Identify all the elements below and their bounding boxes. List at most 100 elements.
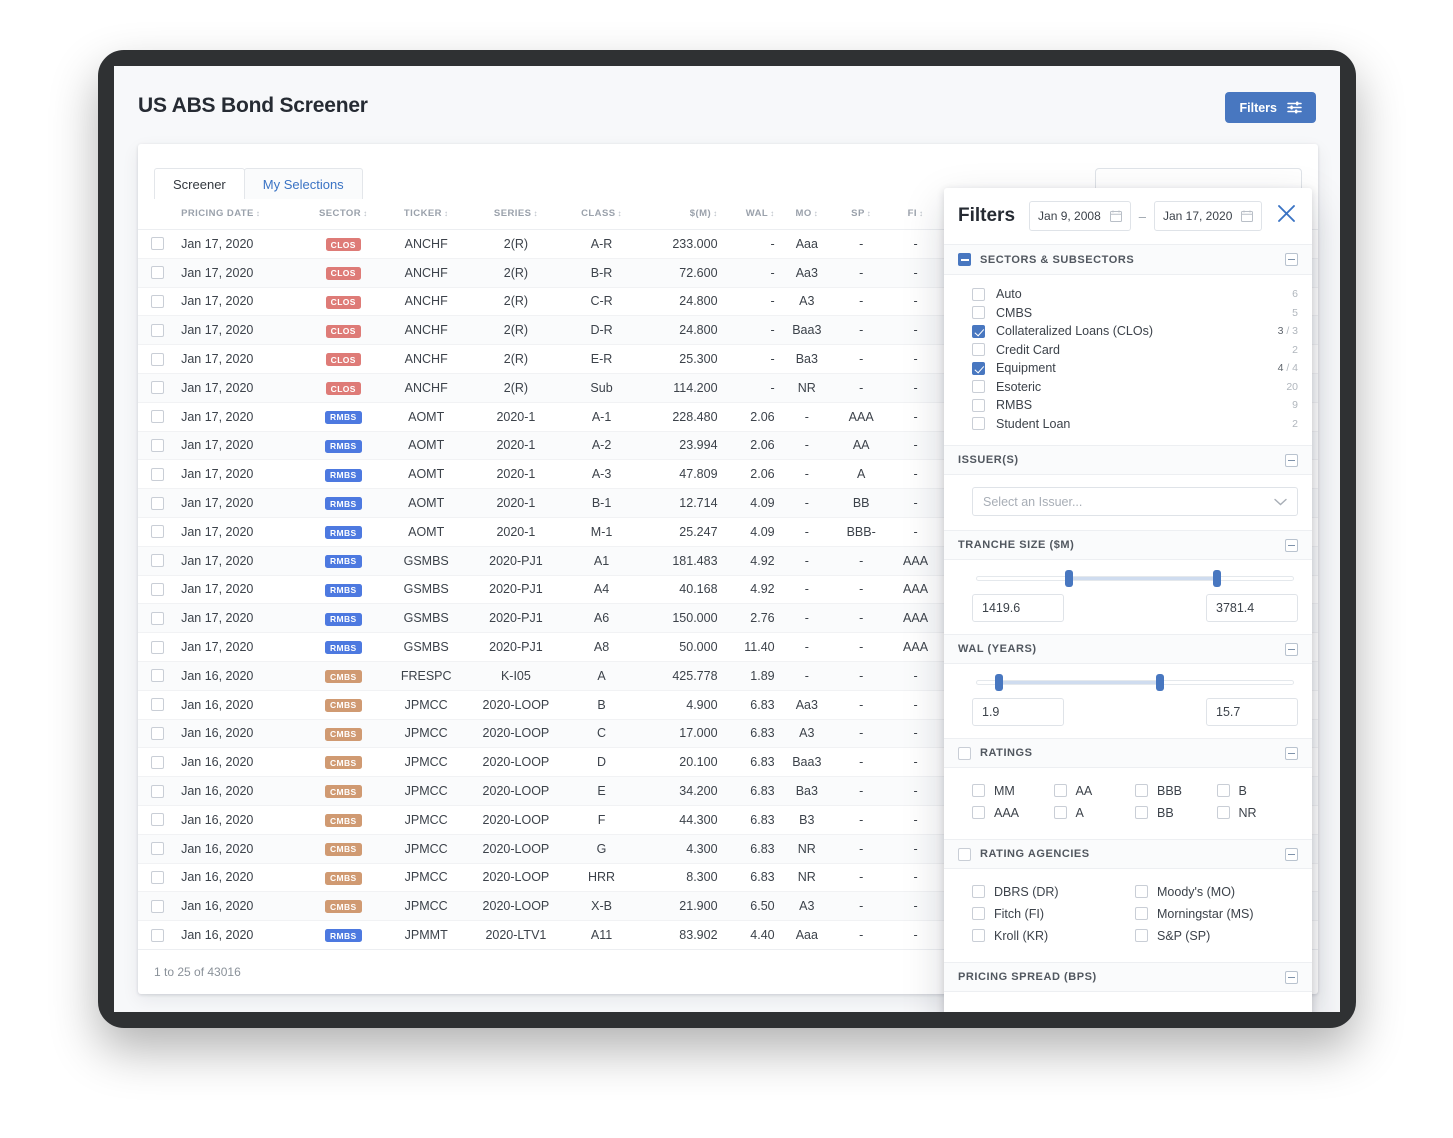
col-sp[interactable]: SP ↕ xyxy=(834,199,889,230)
col-class[interactable]: CLASS ↕ xyxy=(564,199,639,230)
filters-button[interactable]: Filters xyxy=(1225,92,1316,123)
col-series[interactable]: SERIES ↕ xyxy=(466,199,565,230)
cell-select[interactable] xyxy=(138,805,177,835)
rating-agency-checkbox[interactable] xyxy=(972,885,985,898)
cell-select[interactable] xyxy=(138,747,177,778)
checkbox-item[interactable]: AA xyxy=(1053,781,1136,800)
collapse-icon[interactable] xyxy=(1285,970,1298,984)
wal-min-input[interactable] xyxy=(972,698,1064,726)
row-checkbox[interactable] xyxy=(150,352,164,366)
tranche-size-min-input[interactable] xyxy=(972,594,1064,622)
checkbox-item[interactable]: MM xyxy=(972,781,1054,800)
checkbox-item[interactable]: Kroll (KR) xyxy=(972,926,1135,945)
checkbox-item[interactable]: BB xyxy=(1135,803,1217,822)
tranche-size-slider-track[interactable] xyxy=(976,570,1294,587)
sector-checkbox[interactable] xyxy=(972,380,985,394)
checkbox-item[interactable]: DBRS (DR) xyxy=(972,882,1135,901)
rating-agency-checkbox[interactable] xyxy=(1135,907,1148,920)
cell-select[interactable] xyxy=(138,603,177,634)
cell-select[interactable] xyxy=(138,315,177,346)
cell-select[interactable] xyxy=(138,431,177,461)
rating-checkbox[interactable] xyxy=(972,806,985,819)
rating-checkbox[interactable] xyxy=(1053,784,1067,797)
cell-select[interactable] xyxy=(138,891,177,922)
checkbox-item[interactable]: B xyxy=(1216,781,1299,800)
row-checkbox[interactable] xyxy=(150,294,164,308)
rating-checkbox[interactable] xyxy=(1135,784,1148,797)
rating-checkbox[interactable] xyxy=(1053,806,1067,819)
col-amount[interactable]: $(M) ↕ xyxy=(638,199,723,230)
rating-agency-checkbox[interactable] xyxy=(1135,885,1148,898)
cell-select[interactable] xyxy=(138,863,177,893)
rating-checkbox[interactable] xyxy=(1135,806,1148,819)
checkbox-item[interactable]: BBB xyxy=(1135,781,1217,800)
sector-row[interactable]: Equipment 4 / 4 xyxy=(972,359,1298,378)
col-pricing-date[interactable]: PRICING DATE ↕ xyxy=(176,199,302,230)
sector-checkbox[interactable] xyxy=(972,417,985,431)
sector-row[interactable]: Auto 6 xyxy=(972,285,1298,304)
cell-select[interactable] xyxy=(138,719,177,749)
row-checkbox[interactable] xyxy=(150,582,164,596)
col-wal[interactable]: WAL ↕ xyxy=(722,199,780,230)
checkbox-item[interactable]: AAA xyxy=(972,803,1054,822)
cell-select[interactable] xyxy=(138,459,177,490)
cell-select[interactable] xyxy=(138,258,177,288)
col-ticker[interactable]: TICKER ↕ xyxy=(385,199,467,230)
rating-agency-checkbox[interactable] xyxy=(972,929,985,942)
cell-select[interactable] xyxy=(138,287,177,317)
collapse-icon[interactable] xyxy=(1285,642,1298,656)
wal-slider-track[interactable] xyxy=(976,674,1294,691)
cell-select[interactable] xyxy=(138,373,177,403)
wal-slider-knob-min[interactable] xyxy=(995,674,1004,691)
rating-agency-checkbox[interactable] xyxy=(1135,929,1148,942)
cell-select[interactable] xyxy=(138,517,177,547)
cell-select[interactable] xyxy=(138,575,177,605)
row-checkbox[interactable] xyxy=(150,899,164,913)
row-checkbox[interactable] xyxy=(150,698,164,712)
wal-slider-knob-max[interactable] xyxy=(1156,674,1165,691)
row-checkbox[interactable] xyxy=(150,640,164,654)
collapse-icon[interactable] xyxy=(1285,253,1298,266)
cell-select[interactable] xyxy=(138,229,177,259)
sector-checkbox[interactable] xyxy=(972,361,985,375)
ratings-select-all-checkbox[interactable] xyxy=(958,746,971,760)
tranche-size-max-input[interactable] xyxy=(1206,594,1298,622)
row-checkbox[interactable] xyxy=(150,784,164,798)
cell-select[interactable] xyxy=(138,632,177,662)
row-checkbox[interactable] xyxy=(150,842,164,856)
collapse-icon[interactable] xyxy=(1285,847,1298,861)
row-checkbox[interactable] xyxy=(150,237,164,251)
date-to-field[interactable]: Jan 17, 2020 xyxy=(1153,201,1263,231)
sectors-select-all-checkbox[interactable] xyxy=(958,253,971,266)
rating-checkbox[interactable] xyxy=(1216,806,1230,819)
issuer-select[interactable]: Select an Issuer... xyxy=(972,487,1298,516)
sector-row[interactable]: CMBS 5 xyxy=(972,304,1298,323)
sector-row[interactable]: RMBS 9 xyxy=(972,396,1298,415)
row-checkbox[interactable] xyxy=(150,611,164,625)
rating-agencies-select-all-checkbox[interactable] xyxy=(958,847,971,861)
sector-row[interactable]: Credit Card 2 xyxy=(972,341,1298,360)
checkbox-item[interactable]: Moody's (MO) xyxy=(1135,882,1298,901)
rating-checkbox[interactable] xyxy=(972,784,985,797)
col-sector[interactable]: SECTOR ↕ xyxy=(301,199,386,230)
date-from-field[interactable]: Jan 9, 2008 xyxy=(1029,201,1131,231)
close-icon[interactable] xyxy=(1275,202,1298,230)
cell-select[interactable] xyxy=(138,344,177,374)
row-checkbox[interactable] xyxy=(150,755,164,769)
cell-select[interactable] xyxy=(138,834,177,864)
row-checkbox[interactable] xyxy=(150,870,164,884)
collapse-icon[interactable] xyxy=(1285,746,1298,760)
col-select-all[interactable] xyxy=(138,199,177,230)
cell-select[interactable] xyxy=(138,920,177,950)
col-mo[interactable]: MO ↕ xyxy=(779,199,834,230)
checkbox-item[interactable]: S&P (SP) xyxy=(1135,926,1298,945)
cell-select[interactable] xyxy=(138,661,177,691)
row-checkbox[interactable] xyxy=(150,669,164,683)
tab-my-selections[interactable]: My Selections xyxy=(243,168,363,199)
checkbox-item[interactable]: Morningstar (MS) xyxy=(1135,904,1298,923)
cell-select[interactable] xyxy=(138,546,177,576)
sector-row[interactable]: Collateralized Loans (CLOs) 3 / 3 xyxy=(972,322,1298,341)
tab-screener[interactable]: Screener xyxy=(154,168,245,199)
wal-max-input[interactable] xyxy=(1206,698,1298,726)
tranche-size-slider-knob-max[interactable] xyxy=(1213,570,1222,587)
